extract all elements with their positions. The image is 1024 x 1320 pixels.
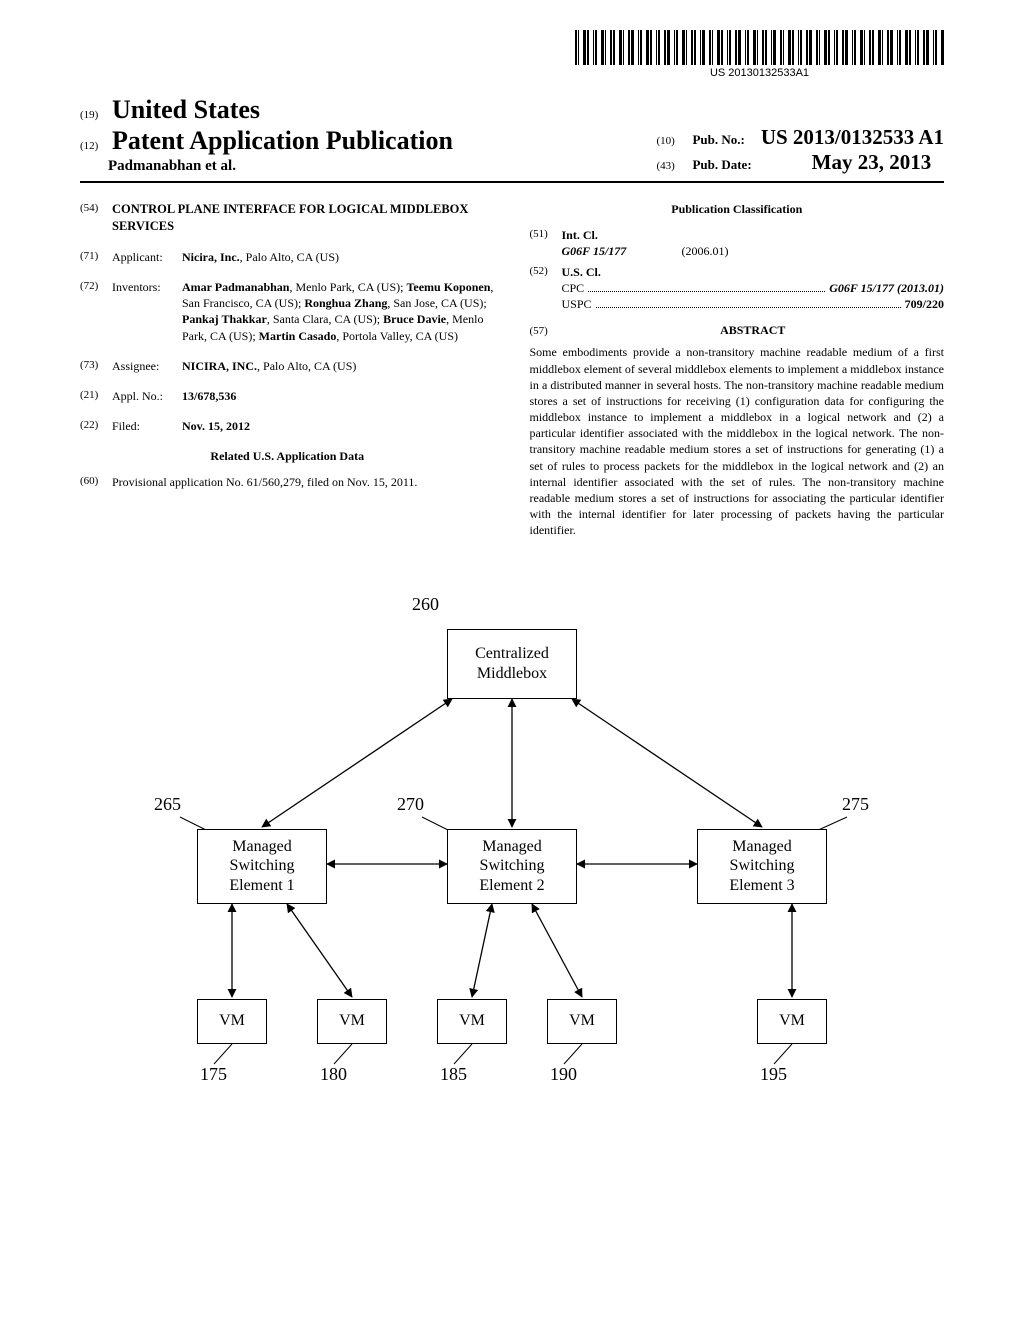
box-vm-185: VM [437,999,507,1044]
ref-270: 270 [397,794,424,815]
pub-date-label: Pub. Date: [692,157,751,172]
inid-72: (72) [80,279,112,344]
inid-22: (22) [80,418,112,434]
intcl-label: Int. Cl. [562,227,945,243]
inid-19: (19) [80,109,106,121]
filed-value: Nov. 15, 2012 [182,418,495,434]
barcode-lines [575,30,944,65]
inventors-label: Inventors: [112,279,182,344]
publication-type: Patent Application Publication [112,126,453,156]
bibliographic-columns: (54) CONTROL PLANE INTERFACE FOR LOGICAL… [80,201,944,539]
assignee-content: NICIRA, INC., Palo Alto, CA (US) [182,358,495,374]
box-vm-195: VM [757,999,827,1044]
inid-21: (21) [80,388,112,404]
applno-label: Appl. No.: [112,388,182,404]
header-divider [80,181,944,183]
cpc-value: G06F 15/177 (2013.01) [829,280,944,296]
inid-60: (60) [80,474,112,490]
intcl-date: (2006.01) [682,243,729,259]
authors-line: Padmanabhan et al. [108,158,453,175]
applicant-content: Nicira, Inc., Palo Alto, CA (US) [182,249,495,265]
inid-10: (10) [656,135,682,147]
ref-260: 260 [412,594,439,615]
box-vm-180: VM [317,999,387,1044]
inid-73: (73) [80,358,112,374]
inventors-content: Amar Padmanabhan, Menlo Park, CA (US); T… [182,279,495,344]
assignee-label: Assignee: [112,358,182,374]
uspc-label: USPC [562,296,592,312]
uscl-label: U.S. Cl. [562,264,945,280]
pub-no-value: US 2013/0132533 A1 [761,125,944,149]
inid-54: (54) [80,201,112,235]
figure-diagram: 260 Centralized Middlebox 265 Managed Sw… [112,569,912,1129]
barcode: US 20130132533A1 [575,30,944,79]
left-column: (54) CONTROL PLANE INTERFACE FOR LOGICAL… [80,201,495,539]
cpc-label: CPC [562,280,585,296]
inid-52: (52) [530,264,562,313]
invention-title: CONTROL PLANE INTERFACE FOR LOGICAL MIDD… [112,201,495,235]
classification-heading: Publication Classification [530,201,945,217]
ref-190: 190 [550,1064,577,1085]
intcl-code: G06F 15/177 [562,243,682,259]
barcode-text: US 20130132533A1 [575,67,944,79]
box-vm-190: VM [547,999,617,1044]
ref-265: 265 [154,794,181,815]
ref-185: 185 [440,1064,467,1085]
box-mse3: Managed Switching Element 3 [697,829,827,904]
pub-date-value: May 23, 2013 [812,150,932,174]
filed-label: Filed: [112,418,182,434]
related-heading: Related U.S. Application Data [80,448,495,464]
applno-value: 13/678,536 [182,388,495,404]
document-header: (19) United States (12) Patent Applicati… [80,95,944,175]
box-centralized-middlebox: Centralized Middlebox [447,629,577,699]
ref-275: 275 [842,794,869,815]
inid-51: (51) [530,227,562,259]
inid-57: (57) [530,324,562,339]
uspc-value: 709/220 [905,296,944,312]
dotted-leader-1 [588,282,825,292]
ref-195: 195 [760,1064,787,1085]
country-name: United States [112,95,260,125]
dotted-leader-2 [596,298,901,308]
box-vm-175: VM [197,999,267,1044]
abstract-text: Some embodiments provide a non-transitor… [530,344,945,538]
inid-12: (12) [80,140,106,152]
abstract-heading: ABSTRACT [562,322,945,338]
box-mse1: Managed Switching Element 1 [197,829,327,904]
inid-43: (43) [656,160,682,172]
related-content: Provisional application No. 61/560,279, … [112,474,495,490]
barcode-area: US 20130132533A1 [80,30,944,90]
ref-180: 180 [320,1064,347,1085]
ref-175: 175 [200,1064,227,1085]
box-mse2: Managed Switching Element 2 [447,829,577,904]
pub-no-label: Pub. No.: [692,132,744,147]
inid-71: (71) [80,249,112,265]
applicant-label: Applicant: [112,249,182,265]
right-column: Publication Classification (51) Int. Cl.… [530,201,945,539]
